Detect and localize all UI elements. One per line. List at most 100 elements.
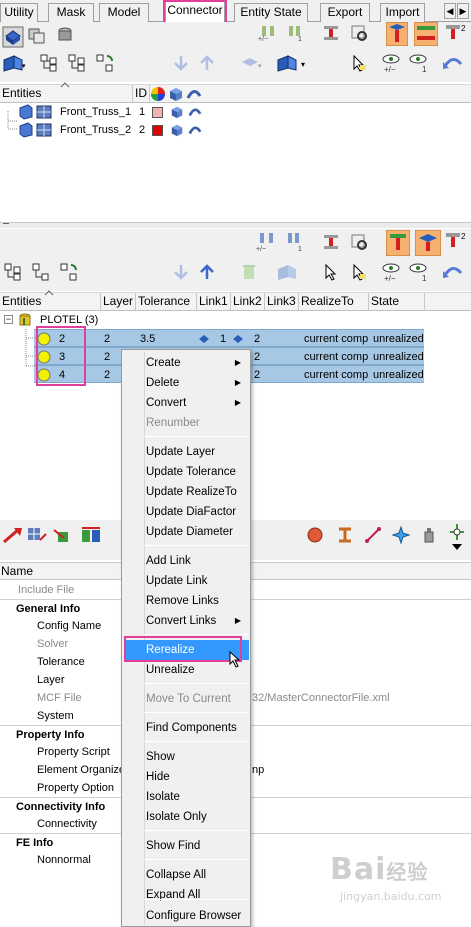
col-id[interactable]: ID — [133, 85, 150, 102]
star-node-icon[interactable] — [392, 526, 410, 544]
tab-bar: Utility Mask Model Connector Entity Stat… — [0, 0, 471, 23]
isolate-toggle-icon[interactable] — [188, 123, 202, 137]
red-sphere-icon[interactable] — [306, 526, 324, 544]
find-connector-icon[interactable] — [350, 233, 368, 251]
i-beam-icon[interactable] — [336, 526, 354, 544]
color-swatch[interactable] — [152, 107, 163, 118]
spotweld-icon[interactable] — [322, 233, 340, 251]
spotweld-icon[interactable] — [322, 24, 340, 42]
show-hide-icon[interactable]: +/− — [380, 261, 402, 283]
connector-browser-icon[interactable] — [2, 26, 24, 48]
col-realizeto[interactable]: RealizeTo — [299, 293, 369, 310]
menu-item-show-find[interactable]: Show Find — [125, 836, 249, 856]
col-link1[interactable]: Link1 — [197, 293, 231, 310]
menu-item-show[interactable]: Show — [125, 747, 249, 767]
color-swatch[interactable] — [152, 125, 163, 136]
assembly-icon[interactable] — [28, 26, 46, 44]
link-count-icon[interactable]: 1 — [286, 24, 304, 42]
menu-item-isolate-only[interactable]: Isolate Only — [125, 807, 249, 827]
tab-utility[interactable]: Utility — [0, 3, 38, 22]
tab-scroll-left-icon[interactable]: ◀ — [444, 3, 456, 19]
menu-item-delete[interactable]: Delete ▶ — [125, 373, 249, 393]
connector-cylinder-icon[interactable] — [78, 526, 104, 544]
isolate-toggle-icon[interactable] — [188, 105, 202, 119]
tab-import[interactable]: Import — [380, 3, 425, 22]
col-tolerance[interactable]: Tolerance — [136, 293, 197, 310]
component-icon[interactable] — [56, 26, 74, 44]
menu-item-expand-all[interactable]: Expand All — [125, 885, 249, 905]
display-mode-icon[interactable]: ▾ — [2, 54, 26, 72]
line-link-icon[interactable] — [364, 526, 382, 544]
menu-item-update-realizeto[interactable]: Update RealizeTo — [125, 482, 249, 502]
move-up-icon[interactable] — [198, 54, 216, 72]
add-remove-link-icon[interactable]: +/− — [258, 24, 284, 42]
undo-icon[interactable] — [441, 54, 465, 72]
menu-item-find-components[interactable]: Find Components — [125, 718, 249, 738]
menu-item-convert[interactable]: Convert ▶ — [125, 393, 249, 413]
connector-options-icon[interactable] — [446, 522, 468, 552]
top-row-1[interactable]: Front_Truss_1 1 — [0, 103, 471, 122]
delete-can-icon[interactable] — [240, 263, 258, 281]
layer-two-icon[interactable]: 2 — [443, 22, 469, 46]
connector-mesh-icon[interactable] — [26, 526, 48, 544]
tab-model[interactable]: Model — [99, 3, 149, 22]
realize-icon[interactable] — [386, 230, 410, 256]
col-link3[interactable]: Link3 — [265, 293, 299, 310]
undo-icon[interactable] — [441, 263, 465, 281]
move-up-icon[interactable] — [198, 263, 216, 281]
show-one-icon[interactable]: 1 — [408, 261, 430, 283]
menu-item-remove-links[interactable]: Remove Links — [125, 591, 249, 611]
display-toggle-icon[interactable] — [170, 105, 184, 119]
realize-selected-icon[interactable] — [415, 230, 441, 256]
create-connector-icon[interactable] — [2, 526, 24, 544]
menu-item-update-diameter[interactable]: Update Diameter — [125, 522, 249, 542]
show-hide-icon[interactable]: +/− — [380, 52, 402, 74]
panel-splitter[interactable] — [0, 222, 471, 228]
top-row-2[interactable]: Front_Truss_2 2 — [0, 121, 471, 139]
col-layer[interactable]: Layer — [101, 293, 136, 310]
collapse-toggle-icon[interactable]: − — [4, 315, 13, 324]
menu-item-collapse-all[interactable]: Collapse All — [125, 865, 249, 885]
shape-display-icon[interactable]: ▾ — [240, 54, 264, 72]
solid-display-icon[interactable]: ▾ — [276, 54, 310, 72]
bottle-icon[interactable] — [420, 526, 438, 544]
link-count-icon[interactable]: 1 — [285, 231, 305, 253]
select-pointer-icon[interactable] — [350, 54, 368, 72]
col-state[interactable]: State — [369, 293, 425, 310]
checkbox-tree-icon[interactable] — [40, 54, 58, 72]
connector-row[interactable]: 2 2 3.5 1 2 current comp unrealized — [34, 329, 424, 347]
menu-item-convert-links[interactable]: Convert Links ▶ — [125, 611, 249, 631]
tab-export[interactable]: Export — [320, 3, 370, 22]
tab-mask[interactable]: Mask — [48, 3, 94, 22]
move-down-icon[interactable] — [172, 54, 190, 72]
layer-two-icon[interactable]: 2 — [443, 230, 469, 254]
tab-scroll-right-icon[interactable]: ▶ — [457, 3, 469, 19]
solid-display-icon[interactable] — [276, 263, 300, 281]
select-pointer-alt-icon[interactable] — [350, 263, 368, 281]
connector-green-icon[interactable] — [52, 526, 74, 544]
menu-item-update-tolerance[interactable]: Update Tolerance — [125, 462, 249, 482]
checkbox-tree-icon[interactable] — [4, 263, 22, 281]
show-one-icon[interactable]: 1 — [408, 52, 430, 74]
tree-expand-icon[interactable] — [32, 263, 50, 281]
realize-icon[interactable] — [386, 22, 408, 46]
menu-item-update-diafactor[interactable]: Update DiaFactor — [125, 502, 249, 522]
tab-entity-state[interactable]: Entity State — [234, 3, 308, 22]
move-down-icon[interactable] — [172, 263, 190, 281]
tree-refresh-icon[interactable] — [60, 263, 78, 281]
select-pointer-icon[interactable] — [322, 263, 340, 281]
realize-selected-icon[interactable] — [414, 22, 438, 46]
tree-refresh-icon[interactable] — [96, 54, 114, 72]
menu-item-configure-browser[interactable]: Configure Browser — [125, 906, 249, 926]
menu-item-add-link[interactable]: Add Link — [125, 551, 249, 571]
menu-item-update-layer[interactable]: Update Layer — [125, 442, 249, 462]
col-link2[interactable]: Link2 — [231, 293, 265, 310]
menu-item-update-link[interactable]: Update Link — [125, 571, 249, 591]
add-remove-link-icon[interactable]: +/− — [256, 231, 280, 253]
find-connector-icon[interactable] — [350, 24, 368, 42]
display-toggle-icon[interactable] — [170, 123, 184, 137]
menu-item-create[interactable]: Create ▶ — [125, 353, 249, 373]
menu-item-hide[interactable]: Hide — [125, 767, 249, 787]
tree-expand-icon[interactable] — [68, 54, 86, 72]
menu-item-isolate[interactable]: Isolate — [125, 787, 249, 807]
